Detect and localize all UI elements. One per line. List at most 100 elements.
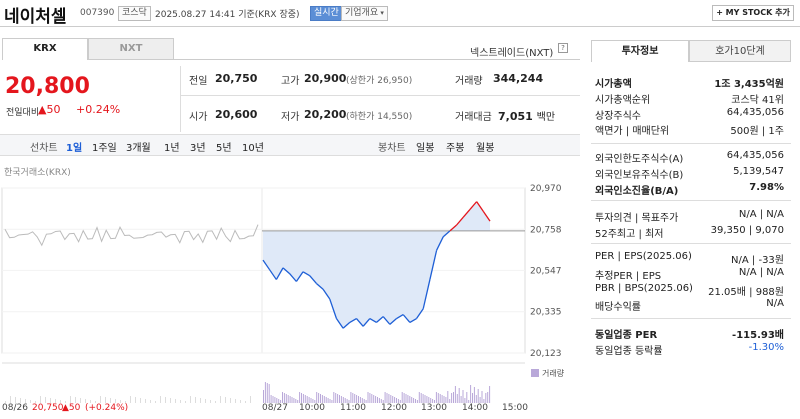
volume-bar	[477, 389, 479, 403]
invest-row-value: 21.05배 | 988원	[708, 287, 784, 298]
period-1w[interactable]: 1주일	[92, 139, 117, 154]
invest-row-label: 동일업종 PER	[595, 330, 658, 341]
invest-row-label: 외국인소진율(B/A)	[595, 186, 679, 197]
invest-row-label: 외국인한도주식수(A)	[595, 154, 684, 165]
prev-volume-bar	[170, 398, 171, 403]
volume-bar	[302, 394, 304, 403]
invest-row-label: 투자의견 | 목표주가	[595, 213, 679, 224]
period-5y[interactable]: 5년	[216, 139, 232, 154]
amount-label: 거래대금	[455, 112, 492, 123]
tab-krx[interactable]: KRX	[2, 38, 88, 60]
volume-bar	[304, 395, 306, 403]
volume-bar	[299, 392, 301, 403]
period-1y[interactable]: 1년	[164, 139, 180, 154]
invest-row-label: 추정PER | EPS	[595, 271, 662, 282]
prev-close-label: 전일	[189, 76, 208, 87]
candle-weekly[interactable]: 주봉	[446, 139, 464, 154]
volume-bar	[367, 392, 369, 403]
prev-volume-bar	[215, 401, 216, 403]
prev-volume-bar	[195, 397, 196, 403]
invest-row-label: 시가총액	[595, 79, 632, 90]
prev-volume-bar	[165, 397, 166, 403]
invest-sep-2	[591, 200, 791, 201]
prev-volume-bar	[250, 396, 251, 403]
prev-volume-bar	[180, 400, 181, 403]
y-tick-label: 20,970	[530, 184, 562, 194]
prev-volume-bar	[240, 400, 241, 403]
price-chart[interactable]: 20,970 20,758 20,547 20,335 20,123 거래량 08/27 10…	[0, 180, 580, 419]
invest-row-value: 64,435,056	[726, 107, 784, 118]
low-value: 20,200	[304, 108, 347, 121]
amount-value: 7,051 백만	[498, 108, 555, 123]
prev-volume-bar	[230, 398, 231, 403]
volume-bar	[264, 382, 266, 403]
volume-bar	[422, 394, 424, 403]
volume-bar	[449, 399, 451, 403]
line-chart-label: 선차트	[30, 143, 58, 154]
volume-bar	[321, 395, 323, 403]
invest-row-value: 5,139,547	[733, 166, 784, 177]
volume-bar	[413, 398, 415, 403]
y-tick-label: 20,547	[530, 266, 562, 276]
open-label: 시가	[189, 112, 208, 123]
company-overview-button[interactable]: 기업개요 ▾	[341, 6, 388, 21]
invest-row-value: N/A	[766, 298, 784, 309]
volume-legend-label: 거래량	[542, 368, 565, 378]
add-mystock-button[interactable]: + MY STOCK 추가	[712, 5, 794, 21]
invest-row-label: 외국인보유주식수(B)	[595, 170, 684, 181]
period-1d[interactable]: 1일	[66, 139, 82, 154]
volume-bar	[283, 393, 285, 403]
invest-row-value: N/A | N/A	[738, 267, 784, 278]
volume-bar	[350, 392, 352, 403]
volume-bar	[268, 384, 270, 403]
volume-bar	[415, 399, 416, 403]
volume-bar	[285, 394, 287, 403]
volume-bar	[462, 390, 464, 403]
x-tick-label: 15:00	[502, 403, 528, 413]
open-value: 20,600	[215, 108, 258, 121]
period-3y[interactable]: 3년	[190, 139, 206, 154]
prev-volume-bar	[200, 398, 201, 403]
y-tick-label: 20,335	[530, 308, 562, 318]
volume-bar	[475, 395, 477, 403]
invest-row-value: 1조 3,435억원	[714, 79, 784, 90]
volume-bar	[352, 393, 354, 403]
company-overview-label: 기업개요	[345, 8, 379, 18]
change-label: 전일대비	[6, 108, 40, 118]
lower-limit: (하한가 14,550)	[346, 112, 413, 122]
invest-row-label: 52주최고 | 최저	[595, 229, 664, 240]
period-3m[interactable]: 3개월	[126, 139, 151, 154]
candle-monthly[interactable]: 월봉	[476, 139, 494, 154]
x-tick-label: 08/27	[262, 403, 288, 413]
tab-nxt[interactable]: NXT	[88, 38, 174, 60]
prev-volume-bar	[225, 397, 226, 403]
candle-daily[interactable]: 일봉	[416, 139, 434, 154]
prev-volume-bar	[205, 399, 206, 403]
prev-volume-bar	[220, 396, 221, 403]
prev-volume-bar	[150, 400, 151, 403]
volume-bar	[392, 396, 394, 403]
volume-bar	[437, 393, 439, 403]
volume-bar	[454, 386, 456, 403]
volume-bar	[420, 393, 422, 403]
change-value: ▲50	[38, 103, 61, 116]
volume-bar	[291, 397, 293, 403]
volume-bar	[356, 395, 358, 403]
invest-row-label: PBR | BPS(2025.06)	[595, 283, 693, 294]
volume-bar	[301, 393, 302, 403]
help-icon[interactable]: ?	[558, 43, 568, 53]
period-10y[interactable]: 10년	[242, 139, 264, 154]
volume-bar	[460, 396, 462, 403]
upper-limit: (상한가 26,950)	[346, 76, 413, 86]
volume-bar	[378, 398, 380, 403]
high-label: 고가	[281, 76, 300, 87]
volume-bar	[409, 396, 411, 403]
volume-bar	[472, 393, 473, 403]
prev-volume-bar	[140, 398, 141, 403]
tab-orderbook[interactable]: 호가10단계	[689, 40, 791, 62]
volume-bar	[266, 383, 268, 403]
invest-row-value: 500원 | 1주	[730, 126, 784, 137]
live-badge[interactable]: 실시간	[310, 6, 343, 21]
volume-bar	[371, 394, 373, 403]
tab-invest-info[interactable]: 투자정보	[591, 40, 689, 62]
